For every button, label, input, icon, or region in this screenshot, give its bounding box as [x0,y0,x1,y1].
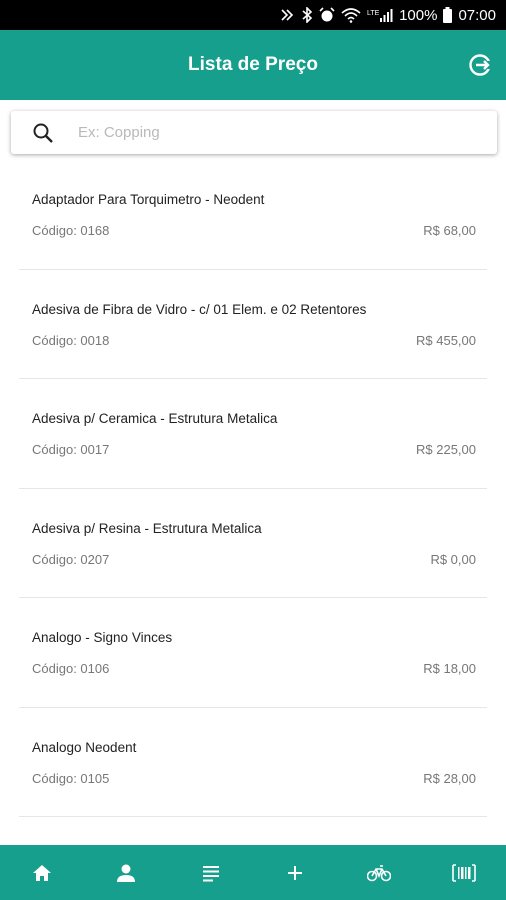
product-code: Código: 0106 [32,661,110,676]
product-code: Código: 0207 [32,551,110,567]
svg-text:LTE: LTE [367,10,380,17]
lte-signal-icon: LTE [367,8,393,23]
nav-home[interactable] [12,845,72,900]
list-item[interactable]: Analogo Neodent Código: 0105 R$ 28,00 [19,708,487,817]
nav-bike[interactable] [349,845,409,900]
list-item[interactable]: Analogo - Signo Vinces Código: 0106 R$ 1… [19,598,487,708]
search-input[interactable] [78,124,458,141]
product-code: Código: 0017 [32,442,110,457]
add-icon [288,865,303,880]
product-name: Adesiva p/ Ceramica - Estrutura Metalica [32,411,278,426]
status-bar: LTE 100% 07:00 [0,0,506,30]
nav-profile[interactable] [96,845,156,900]
list-item[interactable]: Adesiva p/ Ceramica - Estrutura Metalica… [19,379,487,489]
product-price: R$ 18,00 [423,661,476,676]
list-item[interactable]: Adaptador Para Torquimetro - Neodent Cód… [19,160,487,270]
wifi-icon [341,7,361,23]
product-price: R$ 28,00 [423,770,476,786]
app-bar: Lista de Preço [0,30,506,100]
list-item[interactable]: Adesiva p/ Resina - Estrutura Metalica C… [19,489,487,598]
product-name: Analogo - Signo Vinces [32,630,173,645]
logout-button[interactable] [466,51,494,79]
bluetooth-icon [301,7,313,23]
bottom-nav [0,845,506,900]
page-title: Lista de Preço [188,54,318,75]
list-icon [202,865,219,881]
product-list: Adaptador Para Torquimetro - Neodent Cód… [0,160,506,817]
product-price: R$ 68,00 [423,223,476,238]
product-name: Adesiva de Fibra de Vidro - c/ 01 Elem. … [32,301,367,317]
nav-add[interactable] [265,845,325,900]
bike-icon [367,864,392,881]
product-name: Adesiva p/ Resina - Estrutura Metalica [32,520,262,536]
search-icon[interactable] [32,122,54,144]
profile-icon [117,864,136,882]
search-box [11,111,497,154]
home-icon [33,864,52,881]
clock-text: 07:00 [458,6,496,24]
alarm-icon [319,7,335,23]
product-code: Código: 0168 [32,223,110,238]
product-price: R$ 0,00 [430,551,476,567]
nav-list[interactable] [181,845,241,900]
nfc-icon [279,8,295,22]
product-name: Adaptador Para Torquimetro - Neodent [32,192,265,207]
list-item[interactable]: Adesiva de Fibra de Vidro - c/ 01 Elem. … [19,270,487,379]
product-code: Código: 0018 [32,332,110,348]
product-price: R$ 225,00 [416,442,476,457]
product-name: Analogo Neodent [32,739,137,755]
product-price: R$ 455,00 [416,332,476,348]
nav-barcode[interactable] [434,845,494,900]
logout-icon [469,54,492,76]
battery-text: 100% [399,6,438,24]
product-code: Código: 0105 [32,770,110,786]
barcode-icon [451,863,476,882]
battery-icon [443,7,453,23]
